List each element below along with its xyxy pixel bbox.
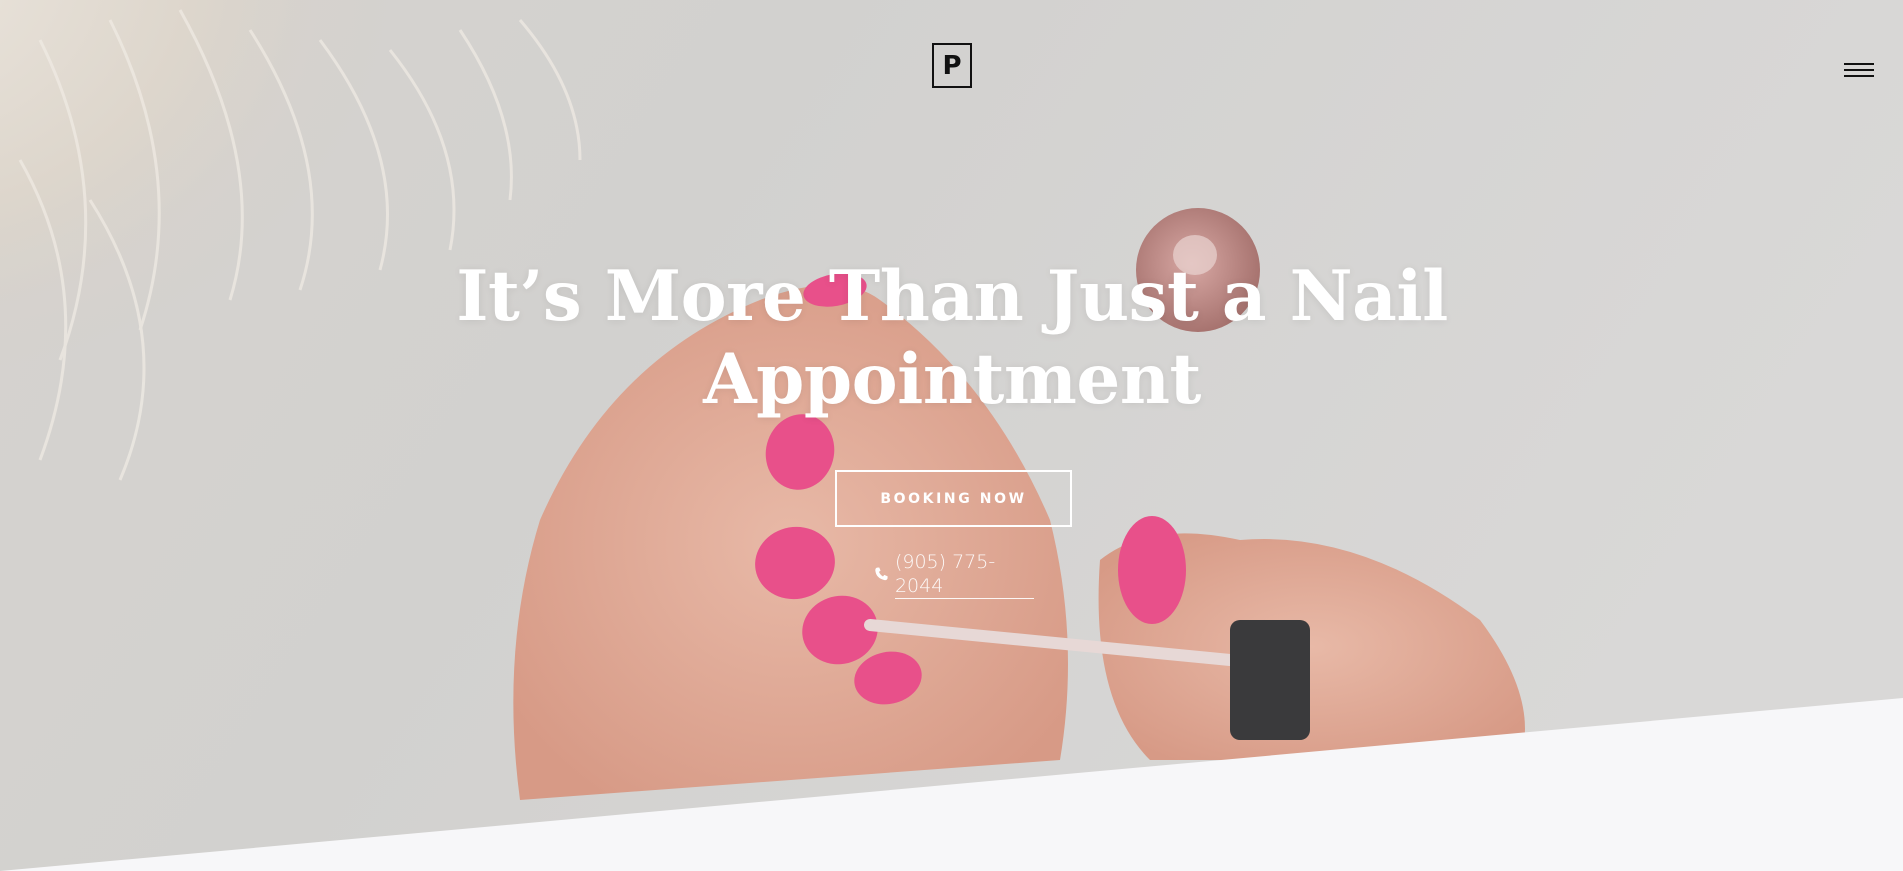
headline-line-2: Appointment (703, 339, 1201, 420)
site-logo[interactable]: P (932, 43, 972, 88)
hero-section (0, 0, 1903, 871)
phone-number: (905) 775-2044 (894, 550, 1034, 599)
phone-icon (875, 567, 888, 581)
headline-line-1: It’s More Than Just a Nail (456, 256, 1448, 337)
phone-link[interactable]: (905) 775-2044 (874, 551, 1034, 599)
hero-headline: It’s More Than Just a Nail Appointment (452, 255, 1452, 421)
hamburger-icon[interactable] (1844, 60, 1876, 82)
hero-background-image (0, 0, 1903, 871)
booking-now-button[interactable]: BOOKING NOW (835, 470, 1072, 527)
logo-letter: P (942, 50, 962, 81)
